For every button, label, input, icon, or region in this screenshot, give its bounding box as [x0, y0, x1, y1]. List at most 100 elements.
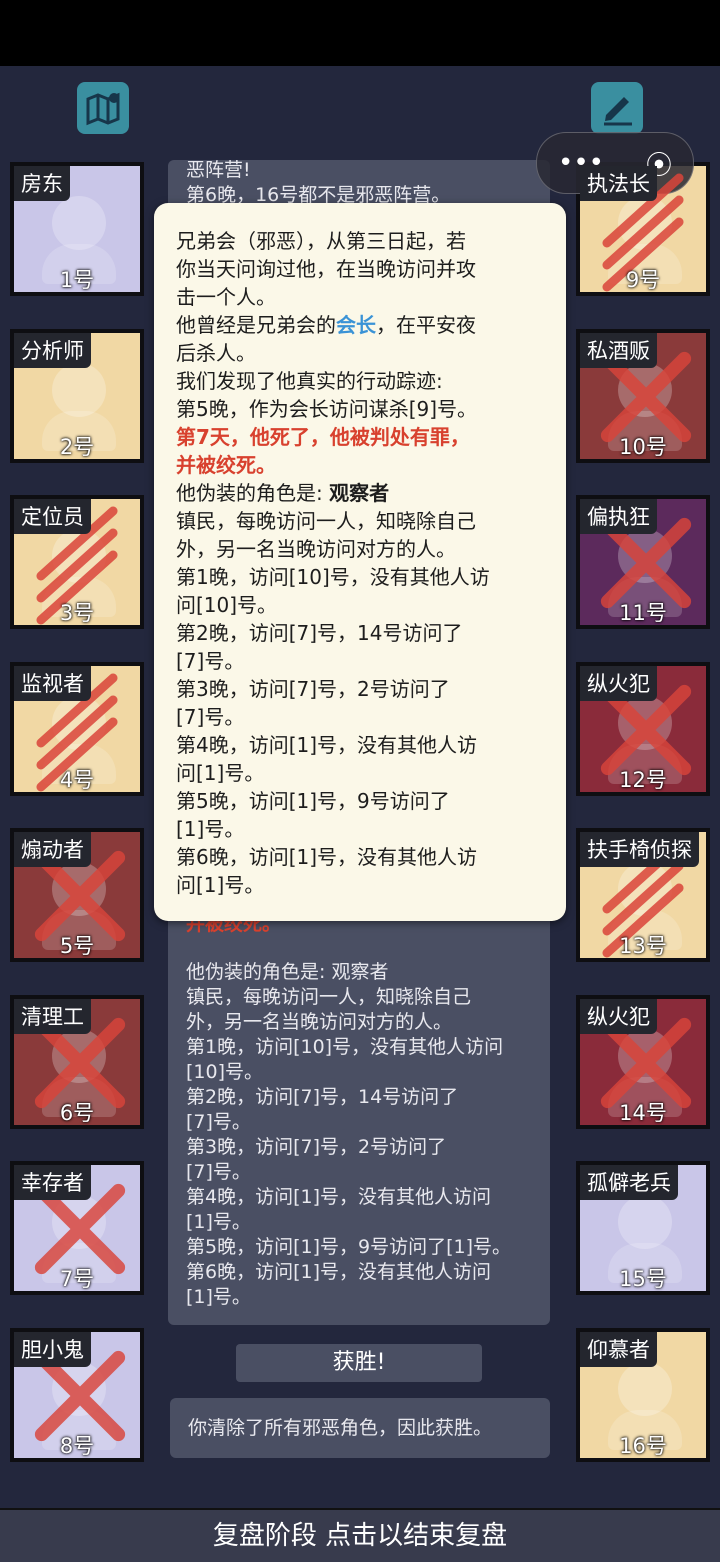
- player-card[interactable]: 扶手椅侦探 13号: [576, 828, 710, 962]
- popup-line: 外，另一名当晚访问对方的人。: [176, 537, 456, 561]
- player-number: 2号: [59, 434, 95, 459]
- player-number: 1号: [59, 268, 95, 292]
- character-portrait: [52, 196, 106, 250]
- popup-line: 问[10]号。: [176, 593, 278, 617]
- player-card[interactable]: 孤僻老兵 15号: [576, 1161, 710, 1295]
- map-icon: [86, 92, 120, 126]
- log-line: 第5晚，访问[1]号，9号访问了[1]号。: [186, 1236, 512, 1258]
- popup-line: 后杀人。: [176, 341, 256, 365]
- player-card[interactable]: 监视者 4号: [10, 661, 144, 796]
- character-portrait: [618, 1195, 672, 1249]
- popup-line: 我们发现了他真实的行动踪迹:: [176, 369, 443, 393]
- player-card[interactable]: 幸存者 7号: [10, 1161, 144, 1295]
- log-line: [1]号。: [186, 1211, 251, 1233]
- log-line: 恶阵营!: [186, 160, 251, 181]
- player-card[interactable]: 清理工 6号: [10, 994, 144, 1129]
- character-portrait: [52, 362, 106, 417]
- player-card[interactable]: 胆小鬼 8号: [10, 1327, 144, 1462]
- log-line: 外，另一名当晚访问对方的人。: [186, 1011, 453, 1033]
- popup-line: 镇民，每晚访问一人，知晓除自己: [176, 509, 476, 533]
- player-card[interactable]: 纵火犯 14号: [576, 994, 710, 1129]
- result-text: 你清除了所有邪恶角色，因此获胜。: [170, 1398, 550, 1458]
- popup-line: 第5晚，访问[1]号，9号访问了: [176, 789, 450, 813]
- player-number: 4号: [59, 767, 95, 792]
- notes-button[interactable]: [591, 82, 643, 134]
- role-detail-popup[interactable]: 兄弟会（邪恶），从第三日起，若 你当天问询过他，在当晚访问并攻 击一个人。 他曾…: [154, 203, 566, 921]
- popup-line: 第6晚，访问[1]号，没有其他人访: [176, 845, 478, 869]
- role-name: 纵火犯: [580, 998, 657, 1034]
- log-line: 镇民，每晚访问一人，知晓除自己: [186, 986, 472, 1008]
- role-name: 孤僻老兵: [580, 1165, 678, 1200]
- popup-line: 第5晚，作为会长访问谋杀[9]号。: [176, 397, 478, 421]
- popup-text: ，在平安夜: [376, 313, 476, 337]
- role-link[interactable]: 会长: [336, 313, 376, 337]
- log-line: [7]号。: [186, 1161, 251, 1183]
- popup-line: 第4晚，访问[1]号，没有其他人访: [176, 733, 478, 757]
- player-card[interactable]: 分析师 2号: [10, 328, 144, 463]
- player-number: 10号: [619, 434, 667, 459]
- player-number: 12号: [619, 767, 667, 792]
- player-card[interactable]: 私酒贩 10号: [576, 328, 710, 463]
- role-name: 胆小鬼: [14, 1331, 91, 1367]
- popup-line: 第7天，他死了，他被判处有罪，: [176, 425, 470, 449]
- role-name: 煽动者: [14, 832, 91, 867]
- popup-line: 问[1]号。: [176, 761, 265, 785]
- log-line: 他伪装的角色是: 观察者: [186, 961, 389, 983]
- popup-line: 兄弟会（邪恶），从第三日起，若: [176, 229, 466, 253]
- map-button[interactable]: [77, 82, 129, 134]
- role-name: 执法长: [580, 166, 657, 201]
- log-line: [10]号。: [186, 1061, 264, 1083]
- disguise-role: 观察者: [329, 481, 390, 505]
- log-line: 第4晚，访问[1]号，没有其他人访问: [186, 1186, 492, 1208]
- player-number: 14号: [619, 1100, 667, 1125]
- end-review-button[interactable]: 复盘阶段 点击以结束复盘: [0, 1508, 720, 1562]
- role-name: 房东: [14, 166, 70, 201]
- player-number: 15号: [619, 1267, 667, 1291]
- popup-line: 并被绞死。: [176, 453, 276, 477]
- log-line: [7]号。: [186, 1111, 251, 1133]
- role-name: 监视者: [14, 665, 91, 701]
- player-number: 6号: [59, 1100, 95, 1125]
- player-card[interactable]: 定位员 3号: [10, 495, 144, 629]
- character-portrait: [618, 1361, 672, 1416]
- popup-line: 问[1]号。: [176, 873, 265, 897]
- role-name: 纵火犯: [580, 665, 657, 701]
- role-name: 分析师: [14, 332, 91, 368]
- pen-icon: [604, 97, 632, 126]
- player-number: 3号: [59, 601, 95, 625]
- log-line: 第2晚，访问[7]号，14号访问了: [186, 1086, 459, 1108]
- player-card[interactable]: 房东 1号: [10, 162, 144, 296]
- popup-line: [7]号。: [176, 705, 245, 729]
- player-number: 8号: [59, 1433, 95, 1458]
- popup-line: 第2晚，访问[7]号，14号访问了: [176, 621, 463, 645]
- popup-line: 你当天问询过他，在当晚访问并攻: [176, 257, 476, 281]
- log-line: 第3晚，访问[7]号，2号访问了: [186, 1136, 447, 1158]
- role-name: 私酒贩: [580, 332, 657, 368]
- log-line: 第6晚，访问[1]号，没有其他人访问: [186, 1261, 492, 1283]
- player-card[interactable]: 煽动者 5号: [10, 828, 144, 962]
- player-number: 9号: [625, 268, 661, 292]
- log-line: [1]号。: [186, 1286, 251, 1308]
- role-name: 偏执狂: [580, 499, 657, 534]
- popup-line: 击一个人。: [176, 285, 276, 309]
- player-number: 5号: [59, 934, 95, 958]
- player-number: 16号: [619, 1433, 667, 1458]
- popup-line: 他伪装的角色是: 观察者: [176, 479, 548, 507]
- player-card[interactable]: 纵火犯 12号: [576, 661, 710, 796]
- role-name: 清理工: [14, 998, 91, 1034]
- player-card[interactable]: 偏执狂 11号: [576, 495, 710, 629]
- player-card[interactable]: 仰慕者 16号: [576, 1327, 710, 1462]
- role-name: 仰慕者: [580, 1331, 657, 1367]
- popup-text: 他伪装的角色是:: [176, 481, 330, 505]
- player-number: 7号: [59, 1267, 95, 1291]
- victory-label: 获胜!: [236, 1344, 482, 1382]
- player-card[interactable]: 执法长 9号: [576, 162, 710, 296]
- role-name: 扶手椅侦探: [580, 832, 699, 867]
- role-name: 幸存者: [14, 1165, 91, 1200]
- player-number: 11号: [619, 601, 667, 625]
- role-name: 定位员: [14, 499, 91, 534]
- log-line: 第1晚，访问[10]号，没有其他人访问: [186, 1036, 504, 1058]
- popup-line: [7]号。: [176, 649, 245, 673]
- popup-line: 第3晚，访问[7]号，2号访问了: [176, 677, 450, 701]
- player-number: 13号: [619, 934, 667, 958]
